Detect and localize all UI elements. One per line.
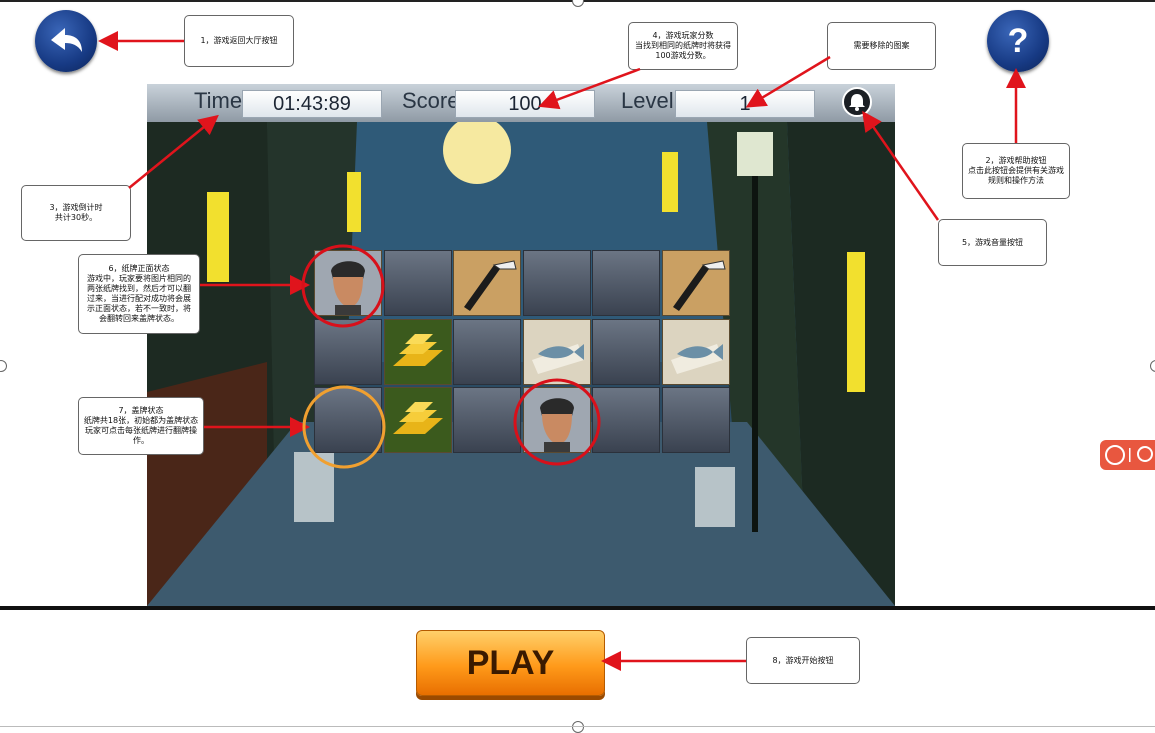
- annotation-remove: 需要移除的图案: [827, 22, 936, 70]
- card-face-down[interactable]: [314, 318, 382, 385]
- question-icon: ?: [1007, 22, 1029, 60]
- night-alley-background: [147, 116, 895, 606]
- score-value: 100: [455, 90, 595, 118]
- card-face-down[interactable]: [314, 387, 382, 453]
- card-face-down[interactable]: [592, 387, 660, 453]
- fish-icon: [524, 343, 590, 388]
- card-face-down[interactable]: [592, 318, 660, 385]
- ai-assistant-badge[interactable]: [1100, 440, 1155, 470]
- annotation-face-up: 6，纸牌正面状态 游戏中，玩家要将图片相同的 两张纸牌找到，然后才可以翻 过来，…: [78, 254, 200, 334]
- card-face-down[interactable]: [522, 250, 591, 316]
- card-face-down[interactable]: [453, 318, 521, 385]
- gold-bars-icon: [385, 333, 451, 388]
- canvas-bottom-border: [0, 726, 1155, 727]
- card-face-down[interactable]: [661, 387, 730, 453]
- section-divider: [0, 606, 1155, 610]
- card-face-up[interactable]: [453, 250, 521, 316]
- annotation-timer: 3，游戏倒计时 共计30秒。: [21, 185, 131, 241]
- play-button[interactable]: PLAY: [416, 630, 605, 696]
- annotation-help: 2，游戏帮助按钮 点击此按钮会提供有关游戏 规则和操作方法: [962, 143, 1070, 199]
- resize-handle-top[interactable]: [572, 0, 584, 7]
- man-portrait-icon: [315, 261, 381, 319]
- card-face-up[interactable]: [314, 250, 382, 316]
- annotation-sound: 5，游戏音量按钮: [938, 219, 1047, 266]
- card-face-down[interactable]: [453, 387, 521, 453]
- card-face-up[interactable]: [661, 250, 730, 319]
- card-face-up[interactable]: [522, 318, 591, 388]
- annotation-face-down: 7，盖牌状态 纸牌共18张，初始都为盖牌状态 玩家可点击每张纸牌进行翻牌操 作。: [78, 397, 204, 455]
- razor-icon: [454, 260, 520, 319]
- bell-icon: [849, 94, 865, 111]
- card-face-down[interactable]: [383, 250, 452, 316]
- back-to-lobby-button[interactable]: [35, 10, 97, 72]
- level-value: 1: [675, 90, 815, 118]
- resize-handle-right[interactable]: [1150, 360, 1155, 372]
- gold-bars-icon: [385, 402, 451, 456]
- game-screen: Time: 01:43:89 Score: 100 Level: 1: [147, 84, 895, 606]
- time-value: 01:43:89: [242, 90, 382, 118]
- level-label: Level:: [621, 88, 680, 113]
- man-portrait-icon: [524, 398, 590, 456]
- back-arrow-icon: [51, 28, 82, 52]
- card-face-up[interactable]: [661, 318, 730, 388]
- sound-button[interactable]: [842, 87, 872, 117]
- fish-icon: [663, 343, 729, 388]
- annotation-score: 4，游戏玩家分数 当找到相同的纸牌时将获得 100游戏分数。: [628, 22, 738, 70]
- card-face-up[interactable]: [383, 318, 452, 388]
- time-label: Time:: [194, 88, 249, 113]
- status-bar: Time: 01:43:89 Score: 100 Level: 1: [147, 84, 895, 122]
- help-button[interactable]: ?: [987, 10, 1049, 72]
- resize-handle-left[interactable]: [0, 360, 7, 372]
- razor-icon: [663, 260, 729, 319]
- annotation-play: 8，游戏开始按钮: [746, 637, 860, 684]
- card-face-up[interactable]: [522, 387, 591, 456]
- card-face-down[interactable]: [592, 250, 660, 316]
- annotation-back: 1，游戏返回大厅按钮: [184, 15, 294, 67]
- resize-handle-bottom[interactable]: [572, 721, 584, 733]
- ai-icon: [1105, 445, 1153, 465]
- card-face-up[interactable]: [383, 387, 452, 456]
